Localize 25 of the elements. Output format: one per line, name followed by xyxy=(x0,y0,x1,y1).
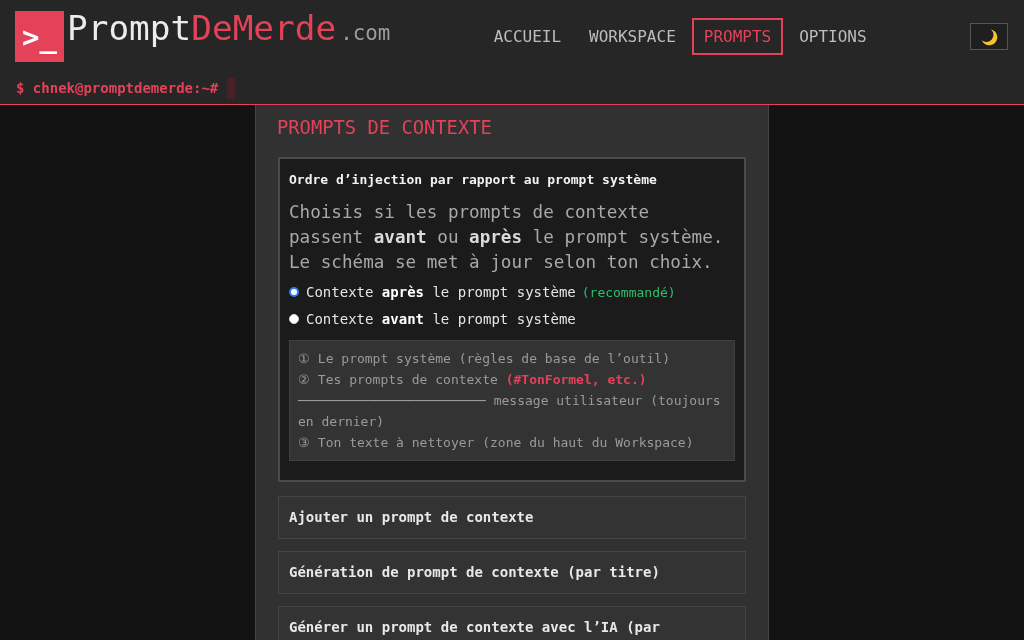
action-button[interactable]: Générer un prompt de contexte avec l’IA (par xyxy=(278,606,746,640)
description-text: Choisis si les prompts de contexte passent avant ou après le prompt système. Le schéma se met à jour selon ton choix. xyxy=(289,201,725,274)
option-label[interactable]: Contexte après le prompt système xyxy=(306,283,576,301)
action-button[interactable]: Ajouter un prompt de contexte xyxy=(278,496,746,539)
schema-line: ① Le prompt système (règles de base de l’outil) xyxy=(298,350,672,368)
recommended-note: (recommandé) xyxy=(581,283,676,301)
domain-suffix: .com xyxy=(340,21,391,45)
cursor-icon xyxy=(227,78,236,99)
nav-link[interactable]: WORKSPACE xyxy=(577,18,688,55)
schema-line: ③ Ton texte à nettoyer (zone du haut du Workspace) xyxy=(298,434,695,452)
action-button[interactable]: Génération de prompt de contexte (par titre) xyxy=(278,551,746,594)
nav-link[interactable]: ACCUEIL xyxy=(481,18,574,55)
schema-line: ──────────────────────── message utilisateur (toujours en dernier) xyxy=(298,392,722,431)
nav-link[interactable]: PROMPTS xyxy=(691,18,784,55)
logo-mark: >_ xyxy=(15,11,64,62)
schema-line: ② Tes prompts de contexte (#TonFormel, etc.) xyxy=(298,371,648,389)
moon-icon xyxy=(980,27,998,46)
section-title: PROMPTS DE CONTEXTE xyxy=(277,116,493,140)
card-title: Ordre d’injection par rapport au prompt système xyxy=(289,172,658,188)
theme-toggle-button[interactable] xyxy=(970,23,1008,50)
nav-link[interactable]: OPTIONS xyxy=(787,18,879,55)
option-label[interactable]: Contexte avant le prompt système xyxy=(306,310,576,328)
terminal-prompt: $ chnek@promptdemerde:~# xyxy=(16,79,219,98)
site-name: PromptDeMerde xyxy=(67,11,337,46)
radio-button[interactable] xyxy=(289,287,299,297)
